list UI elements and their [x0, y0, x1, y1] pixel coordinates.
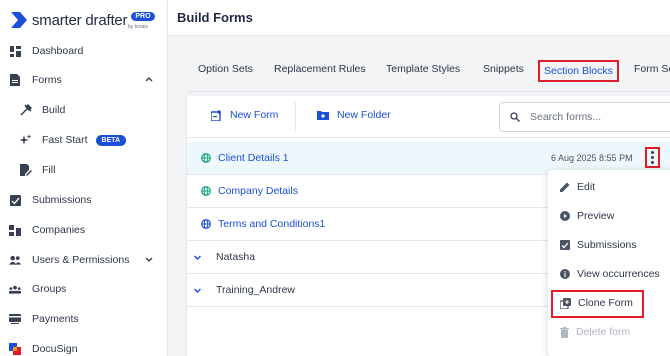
chevron-down-icon	[145, 257, 153, 262]
menu-item-label: Preview	[577, 210, 615, 222]
clone-icon	[560, 297, 571, 309]
dashboard-icon	[9, 45, 21, 57]
users-icon	[9, 254, 21, 266]
sidebar-item-label: DocuSign	[32, 343, 78, 355]
chevron-down-icon[interactable]	[193, 253, 202, 262]
sidebar-item-label: Submissions	[32, 194, 92, 206]
fill-icon	[20, 164, 32, 176]
sidebar-item-label: Payments	[32, 313, 79, 325]
menu-item-label: Clone Form	[578, 297, 633, 309]
globe-icon	[201, 153, 211, 163]
folder-name: Natasha	[216, 251, 256, 263]
menu-item-label: Delete form	[576, 326, 631, 338]
tabs-divider	[188, 91, 670, 92]
sidebar-item-label: Build	[42, 104, 66, 116]
sidebar-item-build[interactable]: Build	[0, 99, 168, 121]
kebab-dot	[651, 151, 654, 154]
globe-icon	[201, 219, 211, 229]
forms-toolbar: New Form New Folder	[187, 96, 670, 138]
page-title: Build Forms	[177, 10, 253, 25]
kebab-dot	[651, 156, 654, 159]
menu-item-edit[interactable]: Edit	[548, 176, 670, 198]
trash-icon	[560, 326, 569, 338]
new-folder-icon	[317, 111, 329, 120]
tab-replacement-rules[interactable]: Replacement Rules	[274, 63, 366, 75]
build-icon	[20, 104, 32, 116]
sidebar: smarter drafter PRO by tenais Dashboard …	[0, 0, 168, 356]
tab-snippets[interactable]: Snippets	[483, 63, 524, 75]
sidebar-item-label: Fill	[42, 164, 56, 176]
tab-form-settings[interactable]: Form Se	[634, 63, 670, 75]
sidebar-item-dashboard[interactable]: Dashboard	[0, 40, 168, 62]
sidebar-item-groups[interactable]: Groups	[0, 278, 168, 300]
kebab-dot	[651, 161, 654, 164]
form-date: 6 Aug 2025 8:55 PM	[551, 153, 633, 163]
sidebar-item-companies[interactable]: Companies	[0, 219, 168, 241]
page-header: Build Forms	[168, 0, 670, 36]
pro-badge: PRO	[131, 11, 155, 21]
new-folder-button[interactable]: New Folder	[317, 109, 391, 121]
folder-name: Training_Andrew	[216, 284, 295, 296]
groups-icon	[9, 283, 21, 295]
menu-item-view-occurrences[interactable]: View occurrences	[548, 263, 670, 285]
companies-icon	[9, 224, 21, 236]
submissions-icon	[9, 194, 21, 206]
form-name: Client Details 1	[218, 152, 289, 164]
menu-item-delete-form[interactable]: Delete form	[548, 321, 670, 343]
tab-bar: Option Sets Replacement Rules Template S…	[168, 36, 670, 92]
info-icon	[560, 269, 570, 279]
sidebar-item-forms[interactable]: Forms	[0, 69, 168, 91]
form-name: Terms and Conditions1	[218, 218, 326, 230]
pencil-icon	[560, 182, 570, 192]
toolbar-divider	[295, 102, 296, 132]
tab-option-sets[interactable]: Option Sets	[198, 63, 253, 75]
brand-name: smarter drafter	[32, 11, 128, 29]
tab-template-styles[interactable]: Template Styles	[386, 63, 460, 75]
new-folder-label: New Folder	[337, 109, 391, 121]
sidebar-item-label: Groups	[32, 283, 67, 295]
logo-chevron-icon	[11, 12, 27, 28]
forms-icon	[9, 74, 21, 86]
form-actions-menu: Edit Preview Submissions View occurrence…	[548, 170, 670, 356]
sidebar-item-label: Fast Start	[42, 134, 88, 146]
payments-icon	[9, 313, 21, 325]
menu-item-preview[interactable]: Preview	[548, 205, 670, 227]
sidebar-item-fast-start[interactable]: Fast Start BETA	[0, 129, 168, 151]
search-input[interactable]	[530, 111, 670, 123]
tab-section-blocks[interactable]: Section Blocks	[538, 60, 619, 82]
brand-byline: by tenais	[128, 24, 149, 30]
new-form-label: New Form	[230, 109, 279, 121]
globe-icon	[201, 186, 211, 196]
submissions-icon	[560, 240, 570, 250]
sidebar-item-label: Dashboard	[32, 45, 84, 57]
sidebar-item-users-permissions[interactable]: Users & Permissions	[0, 249, 168, 271]
sidebar-item-submissions[interactable]: Submissions	[0, 189, 168, 211]
sidebar-item-label: Users & Permissions	[32, 254, 130, 266]
sidebar-item-docusign[interactable]: DocuSign	[0, 338, 168, 356]
chevron-down-icon[interactable]	[193, 286, 202, 295]
sidebar-item-fill[interactable]: Fill	[0, 159, 168, 181]
search-box	[499, 102, 670, 132]
play-icon	[560, 211, 570, 221]
form-name: Company Details	[218, 185, 298, 197]
sparkle-icon	[20, 134, 32, 146]
sidebar-item-label: Companies	[32, 224, 86, 236]
menu-item-label: Edit	[577, 181, 596, 193]
menu-item-submissions[interactable]: Submissions	[548, 234, 670, 256]
menu-item-label: Submissions	[577, 239, 637, 251]
new-form-button[interactable]: New Form	[211, 109, 278, 121]
docusign-icon	[9, 343, 21, 355]
search-icon	[510, 112, 520, 122]
sidebar-item-payments[interactable]: Payments	[0, 308, 168, 330]
new-form-icon	[211, 109, 221, 121]
sidebar-item-label: Forms	[32, 74, 62, 86]
chevron-up-icon	[145, 77, 153, 82]
beta-badge: BETA	[95, 134, 127, 146]
menu-item-label: View occurrences	[577, 268, 660, 280]
menu-item-clone-form[interactable]: Clone Form	[548, 292, 670, 314]
more-options-button[interactable]	[645, 147, 660, 168]
